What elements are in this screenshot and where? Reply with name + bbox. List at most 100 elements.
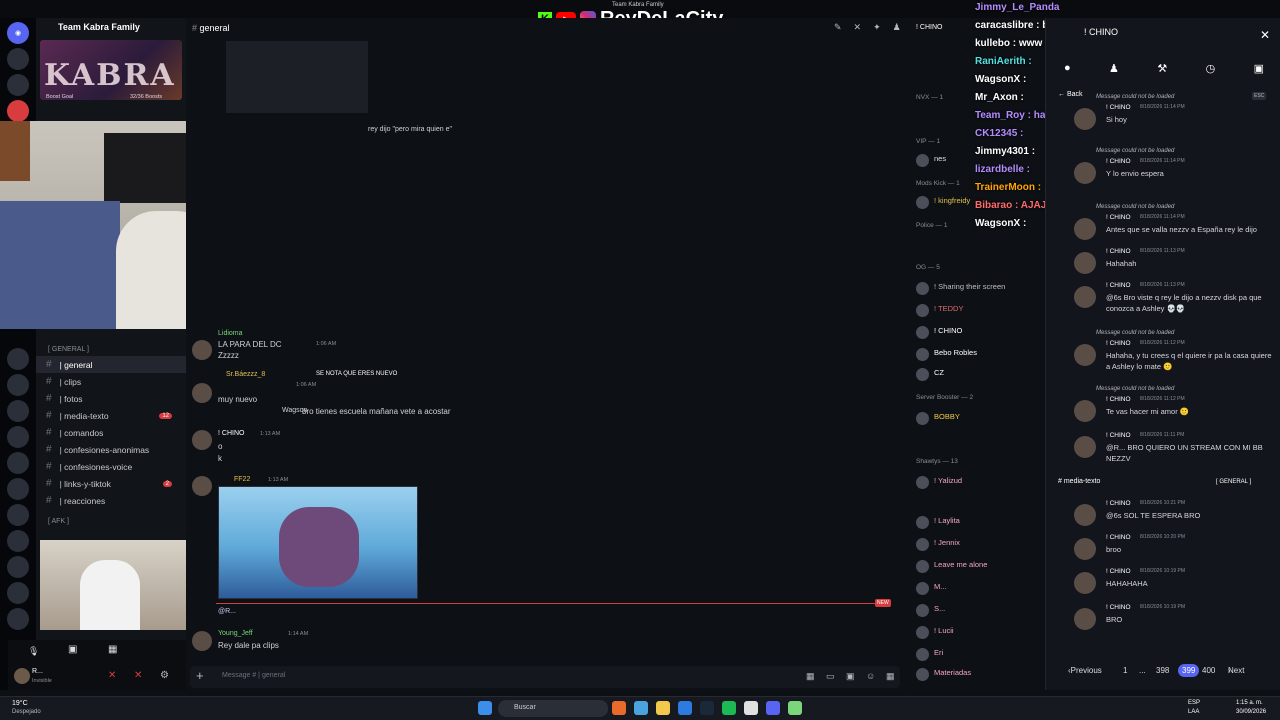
folder-icon[interactable] [656,701,670,715]
message-username[interactable]: ! CHINO [1106,248,1131,255]
message-username[interactable]: ! CHINO [1106,104,1131,111]
message-username[interactable]: ! CHINO [1106,568,1131,575]
member-item[interactable]: Leave me alone [916,558,1040,574]
message-username[interactable]: Lidioma [218,330,243,337]
app-icon[interactable] [634,701,648,715]
server-icon[interactable] [7,348,29,370]
start-icon[interactable] [478,701,492,715]
next-button[interactable]: Next › [1228,666,1244,675]
gif-icon[interactable]: ▭ [826,671,835,682]
avatar[interactable] [1074,162,1096,184]
mute-channel-icon[interactable]: ✕ [854,22,862,33]
language[interactable]: ESP [1188,700,1200,706]
member-item[interactable]: ! Sharing their screen [916,280,1040,296]
server-icon[interactable] [7,556,29,578]
member-item[interactable]: CZ [916,366,1040,382]
mention[interactable]: @R... [218,608,236,615]
app-icon[interactable] [612,701,626,715]
plus-icon[interactable]: + [196,668,204,683]
category-afk[interactable]: [ AFK ] [48,518,69,525]
avatar[interactable] [192,631,212,651]
server-icon[interactable] [7,400,29,422]
server-icon[interactable] [7,426,29,448]
avatar[interactable] [192,383,212,403]
avatar[interactable] [192,430,212,450]
member-item[interactable]: M... [916,580,1040,596]
hammer-icon[interactable]: ⚒ [1157,62,1167,75]
avatar[interactable] [1074,286,1096,308]
channel-fotos[interactable]: # | fotos [36,390,186,407]
message-username[interactable]: ! CHINO [1106,432,1131,439]
avatar[interactable] [1074,538,1096,560]
channel-reacciones[interactable]: # | reacciones [36,492,186,509]
member-item[interactable]: ! CHINO [916,324,1040,340]
channel-general[interactable]: # | general [36,356,186,373]
screen-share-icon[interactable]: ▣ [68,644,77,655]
page-399[interactable]: 399 [1178,664,1200,677]
avatar[interactable] [1074,252,1096,274]
deafen-icon[interactable]: ✕ [134,670,142,681]
member-item[interactable]: Bebo Robles [916,346,1040,362]
server-icon[interactable] [7,582,29,604]
server-icon[interactable] [7,478,29,500]
server-icon[interactable] [7,530,29,552]
member-item[interactable]: Materiadas [916,666,1040,682]
server-name[interactable]: Team Kabra Family [58,22,140,32]
activities-icon[interactable]: ▦ [108,644,117,655]
channel-links-y-tiktok[interactable]: # | links-y-tiktok 2 [36,475,186,492]
message-username[interactable]: ! CHINO [1106,534,1131,541]
page-398[interactable]: 398 [1156,666,1169,675]
sticker-icon[interactable]: ▣ [846,671,855,682]
channel-confesiones-anonimas[interactable]: # | confesiones-anonimas [36,441,186,458]
message-username[interactable]: FF22 [234,476,250,483]
message-username[interactable]: ! CHINO [1106,500,1131,507]
server-icon[interactable] [7,74,29,96]
avatar[interactable] [1074,608,1096,630]
image-attachment[interactable] [226,41,368,113]
home-icon[interactable]: ◉ [7,22,29,44]
app-icon[interactable] [788,701,802,715]
members-icon[interactable]: ♟ [893,22,901,33]
chrome-icon[interactable] [744,701,758,715]
message-username[interactable]: ! CHINO [1106,282,1131,289]
search-box[interactable]: Buscar [498,700,608,717]
message-username[interactable]: ! CHINO [1106,158,1131,165]
message-username[interactable]: ! CHINO [1106,340,1131,347]
gear-icon[interactable]: ⚙ [160,670,169,681]
id-icon[interactable]: ▣ [1254,62,1264,75]
clock-icon[interactable]: ◷ [1206,62,1216,75]
message-username[interactable]: ! CHINO [1106,604,1131,611]
member-item[interactable]: S... [916,602,1040,618]
avatar[interactable] [14,668,30,684]
edge-icon[interactable] [678,701,692,715]
member-item[interactable]: ! TEDDY [916,302,1040,318]
steam-icon[interactable] [700,701,714,715]
apps-icon[interactable]: ▦ [886,671,895,682]
mic-icon[interactable]: 🎙 [28,646,39,657]
member-item[interactable]: BOBBY [916,410,1040,426]
channel-media-texto[interactable]: # | media-texto 12 [36,407,186,424]
page-1[interactable]: 1 [1123,666,1127,675]
previous-button[interactable]: ‹ Previous [1068,666,1102,675]
user-icon[interactable]: ♟ [1109,62,1119,75]
avatar[interactable] [1074,344,1096,366]
message-username[interactable]: ! CHINO [1106,214,1131,221]
discord-icon[interactable] [766,701,780,715]
page-400[interactable]: 400 [1202,666,1215,675]
channel-clips[interactable]: # | clips [36,373,186,390]
server-icon[interactable] [7,504,29,526]
weather-temp[interactable]: 19°C [12,700,28,707]
gift-icon[interactable]: ▦ [806,671,815,682]
close-icon[interactable]: ✕ [1260,28,1270,42]
avatar[interactable] [1074,108,1096,130]
server-icon[interactable] [7,100,29,122]
back-button[interactable]: ← Back [1058,91,1083,98]
member-item[interactable]: ! Laylita [916,514,1040,530]
category-general[interactable]: [ GENERAL ] [48,346,89,353]
video-attachment[interactable] [218,486,418,599]
channel-comandos[interactable]: # | comandos [36,424,186,441]
message-username[interactable]: Sr.Báezzz_8 [226,371,265,378]
server-icon[interactable] [7,452,29,474]
message-username[interactable]: ! CHINO [218,430,244,437]
spotify-icon[interactable] [722,701,736,715]
